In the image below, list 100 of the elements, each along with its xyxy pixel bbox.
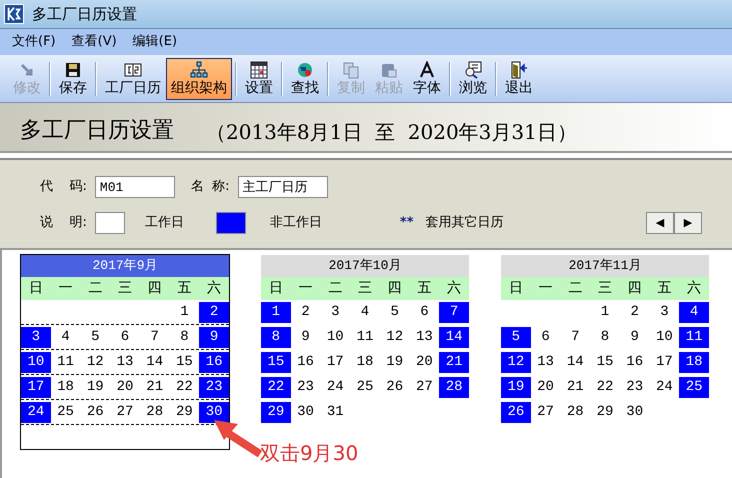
day-cell[interactable]: 14 bbox=[560, 352, 590, 373]
day-cell[interactable]: 23 bbox=[290, 377, 320, 398]
day-cell[interactable]: 29 bbox=[590, 402, 620, 423]
prev-button[interactable]: ◀ bbox=[646, 212, 674, 234]
day-cell[interactable]: 19 bbox=[80, 377, 110, 398]
day-cell[interactable]: 30 bbox=[199, 402, 229, 423]
day-cell[interactable]: 16 bbox=[290, 352, 320, 373]
day-cell[interactable]: 28 bbox=[439, 377, 469, 398]
day-cell[interactable]: 9 bbox=[199, 327, 229, 348]
day-cell[interactable]: 6 bbox=[110, 327, 140, 348]
input-field[interactable]: M01 bbox=[94, 176, 175, 198]
day-cell[interactable]: 20 bbox=[110, 377, 140, 398]
day-cell[interactable]: 13 bbox=[410, 327, 440, 348]
day-cell[interactable]: 13 bbox=[110, 352, 140, 373]
day-cell[interactable]: 18 bbox=[50, 377, 80, 398]
day-cell[interactable]: 15 bbox=[261, 352, 291, 373]
menu-item[interactable]: 编辑(E) bbox=[132, 32, 178, 52]
day-cell[interactable]: 19 bbox=[380, 352, 410, 373]
day-cell[interactable]: 25 bbox=[50, 402, 80, 423]
day-cell[interactable]: 28 bbox=[140, 402, 170, 423]
day-cell[interactable]: 27 bbox=[530, 402, 560, 423]
toolbar-button[interactable]: 浏览 bbox=[454, 58, 492, 100]
day-cell[interactable]: 29 bbox=[170, 402, 200, 423]
toolbar-button[interactable]: 字体 bbox=[408, 58, 446, 100]
day-cell[interactable]: 18 bbox=[679, 352, 709, 373]
day-cell[interactable]: 22 bbox=[590, 377, 620, 398]
day-cell[interactable]: 12 bbox=[380, 327, 410, 348]
day-cell[interactable]: 17 bbox=[320, 352, 350, 373]
day-cell[interactable]: 19 bbox=[501, 377, 531, 398]
day-cell[interactable]: 22 bbox=[170, 377, 200, 398]
day-cell[interactable]: 13 bbox=[530, 352, 560, 373]
day-cell[interactable]: 30 bbox=[620, 402, 650, 423]
day-cell[interactable]: 28 bbox=[560, 402, 590, 423]
day-cell[interactable]: 11 bbox=[679, 327, 709, 348]
toolbar-button[interactable]: 保存 bbox=[54, 58, 92, 100]
day-cell[interactable]: 17 bbox=[650, 352, 680, 373]
day-cell[interactable]: 1 bbox=[590, 302, 620, 323]
month-calendar[interactable]: 2017年9月 日 一 二 三 四 五 六 1 2 3 4 5 6 7 8 9 10 11 12 13 14 15 16 17 18 19 20 21 22 23 24 25 26 27 28 29 30 bbox=[20, 254, 230, 450]
day-cell[interactable]: 20 bbox=[410, 352, 440, 373]
day-cell[interactable]: 3 bbox=[320, 302, 350, 323]
menu-item[interactable]: 文件(F) bbox=[12, 32, 56, 52]
toolbar-button[interactable]: 设置 bbox=[240, 58, 278, 100]
day-cell[interactable]: 9 bbox=[620, 327, 650, 348]
day-cell[interactable]: 10 bbox=[21, 352, 51, 373]
day-cell[interactable]: 8 bbox=[170, 327, 200, 348]
day-cell[interactable]: 24 bbox=[650, 377, 680, 398]
day-cell[interactable]: 9 bbox=[290, 327, 320, 348]
day-cell[interactable]: 21 bbox=[140, 377, 170, 398]
day-cell[interactable]: 15 bbox=[170, 352, 200, 373]
day-cell[interactable]: 20 bbox=[530, 377, 560, 398]
day-cell[interactable]: 7 bbox=[560, 327, 590, 348]
day-cell[interactable]: 27 bbox=[110, 402, 140, 423]
day-cell[interactable]: 2 bbox=[290, 302, 320, 323]
day-cell[interactable]: 21 bbox=[439, 352, 469, 373]
day-cell[interactable]: 7 bbox=[439, 302, 469, 323]
day-cell[interactable]: 16 bbox=[620, 352, 650, 373]
day-cell[interactable]: 15 bbox=[590, 352, 620, 373]
day-cell[interactable]: 29 bbox=[261, 402, 291, 423]
day-cell[interactable]: 24 bbox=[320, 377, 350, 398]
day-cell[interactable]: 4 bbox=[679, 302, 709, 323]
day-cell[interactable]: 2 bbox=[620, 302, 650, 323]
day-cell[interactable]: 22 bbox=[261, 377, 291, 398]
day-cell[interactable]: 3 bbox=[650, 302, 680, 323]
day-cell[interactable]: 4 bbox=[350, 302, 380, 323]
day-cell[interactable]: 5 bbox=[501, 327, 531, 348]
day-cell[interactable]: 5 bbox=[80, 327, 110, 348]
day-cell[interactable]: 26 bbox=[380, 377, 410, 398]
day-cell[interactable]: 3 bbox=[21, 327, 51, 348]
day-cell[interactable]: 27 bbox=[410, 377, 440, 398]
day-cell[interactable]: 17 bbox=[21, 377, 51, 398]
day-cell[interactable]: 8 bbox=[590, 327, 620, 348]
day-cell[interactable]: 30 bbox=[290, 402, 320, 423]
day-cell[interactable]: 6 bbox=[410, 302, 440, 323]
day-cell[interactable]: 16 bbox=[199, 352, 229, 373]
day-cell[interactable]: 25 bbox=[350, 377, 380, 398]
day-cell[interactable]: 4 bbox=[50, 327, 80, 348]
day-cell[interactable]: 11 bbox=[50, 352, 80, 373]
day-cell[interactable]: 7 bbox=[140, 327, 170, 348]
day-cell[interactable]: 10 bbox=[650, 327, 680, 348]
day-cell[interactable]: 26 bbox=[501, 402, 531, 423]
day-cell[interactable]: 2 bbox=[199, 302, 229, 323]
day-cell[interactable]: 25 bbox=[679, 377, 709, 398]
day-cell[interactable]: 1 bbox=[170, 302, 200, 323]
next-button[interactable]: ▶ bbox=[674, 212, 702, 234]
toolbar-button[interactable]: 工厂日历 bbox=[100, 58, 166, 100]
day-cell[interactable]: 6 bbox=[530, 327, 560, 348]
input-field[interactable]: 主工厂日历 bbox=[238, 176, 328, 198]
day-cell[interactable]: 14 bbox=[140, 352, 170, 373]
day-cell[interactable]: 14 bbox=[439, 327, 469, 348]
day-cell[interactable]: 8 bbox=[261, 327, 291, 348]
toolbar-button[interactable]: 查找 bbox=[286, 58, 324, 100]
day-cell[interactable]: 1 bbox=[261, 302, 291, 323]
menu-item[interactable]: 查看(V) bbox=[72, 32, 117, 52]
toolbar-button[interactable]: 组织架构 bbox=[166, 58, 232, 100]
day-cell[interactable]: 11 bbox=[350, 327, 380, 348]
month-calendar[interactable]: 2017年11月 日 一 二 三 四 五 六 1 2 3 4 5 6 7 8 9 10 11 12 13 14 15 16 17 18 19 20 21 22 23 24 25 26 27 28 29 30 bbox=[500, 254, 710, 450]
toolbar-button[interactable]: 退出 bbox=[500, 58, 538, 100]
day-cell[interactable]: 12 bbox=[80, 352, 110, 373]
day-cell[interactable]: 24 bbox=[21, 402, 51, 423]
day-cell[interactable]: 5 bbox=[380, 302, 410, 323]
